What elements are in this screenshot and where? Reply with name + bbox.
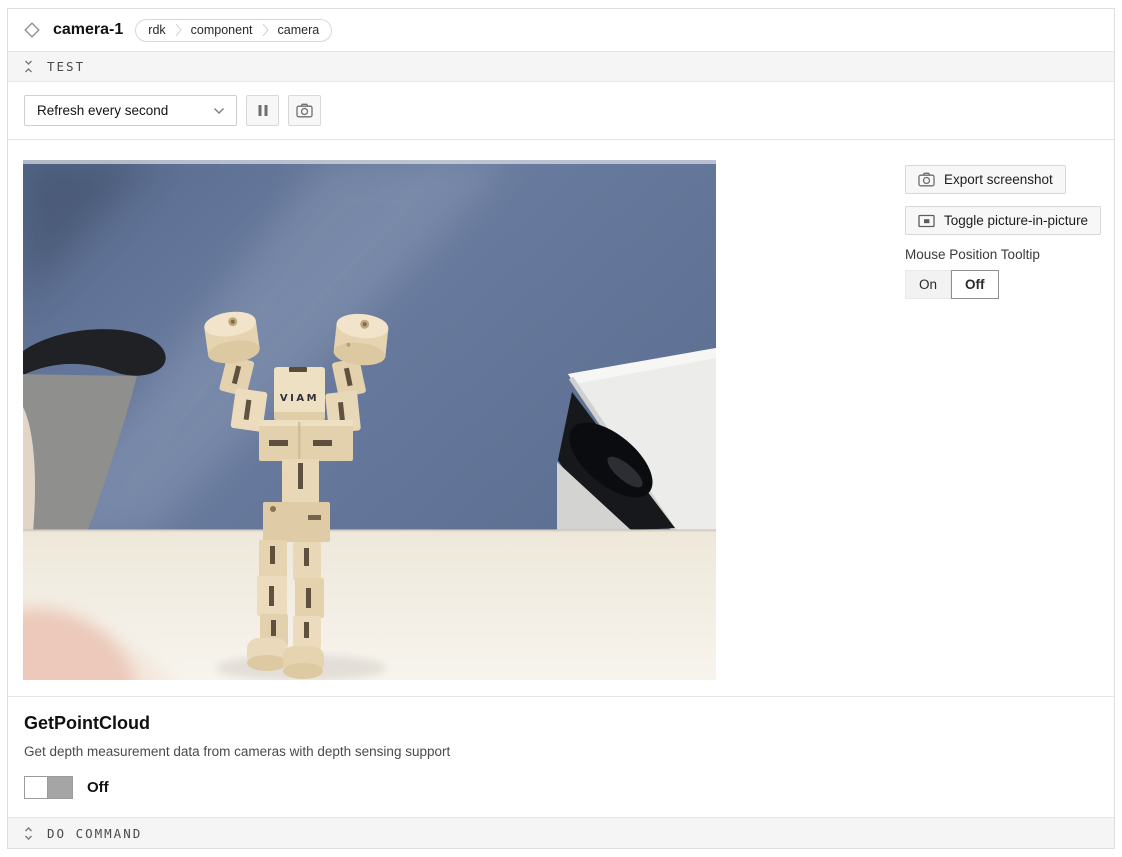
chevron-down-icon — [213, 107, 225, 115]
breadcrumb-item-camera: camera — [278, 23, 320, 37]
mouse-tooltip-on-button[interactable]: On — [905, 270, 951, 299]
component-title: camera-1 — [53, 21, 123, 39]
get-point-cloud-toggle-state: Off — [87, 779, 109, 796]
refresh-rate-value: Refresh every second — [37, 103, 168, 118]
screenshot-button[interactable] — [288, 95, 321, 126]
breadcrumb-item-rdk: rdk — [148, 23, 165, 37]
get-point-cloud-toggle[interactable] — [24, 776, 73, 799]
toggle-pip-button[interactable]: Toggle picture-in-picture — [905, 206, 1101, 235]
test-section-header[interactable]: TEST — [8, 51, 1114, 82]
get-point-cloud-description: Get depth measurement data from cameras … — [24, 744, 1098, 759]
component-header: camera-1 rdk component camera — [8, 9, 1114, 51]
export-screenshot-label: Export screenshot — [944, 172, 1053, 187]
stream-tools-panel: Export screenshot Toggle picture-in-pict… — [905, 165, 1111, 299]
pause-icon — [257, 104, 269, 117]
camera-frame: VIAM — [23, 160, 716, 680]
do-command-section-header[interactable]: DO COMMAND — [8, 817, 1114, 848]
toggle-track — [48, 777, 72, 798]
chevron-separator-icon — [262, 23, 269, 37]
camera-icon — [296, 103, 313, 118]
stream-controls: Refresh every second — [8, 82, 1114, 140]
camera-live-stream[interactable]: VIAM — [23, 160, 716, 680]
get-point-cloud-title: GetPointCloud — [24, 713, 1098, 734]
mouse-tooltip-label: Mouse Position Tooltip — [905, 247, 1111, 262]
do-command-section-label: DO COMMAND — [47, 826, 142, 841]
camera-component-card: camera-1 rdk component camera TEST Refre… — [7, 8, 1115, 849]
chevron-separator-icon — [175, 23, 182, 37]
breadcrumb-item-component: component — [191, 23, 253, 37]
pip-icon — [918, 214, 935, 228]
mouse-tooltip-segmented-control: On Off — [905, 270, 1111, 299]
refresh-rate-select[interactable]: Refresh every second — [24, 95, 237, 126]
get-point-cloud-section: GetPointCloud Get depth measurement data… — [8, 697, 1114, 817]
camera-icon — [918, 172, 935, 187]
toggle-knob — [25, 777, 48, 798]
mouse-tooltip-off-button[interactable]: Off — [951, 270, 999, 299]
collapse-icon[interactable] — [23, 59, 34, 74]
diamond-icon — [23, 21, 41, 39]
export-screenshot-button[interactable]: Export screenshot — [905, 165, 1066, 194]
viam-logo-text: VIAM — [280, 393, 319, 404]
expand-icon[interactable] — [23, 826, 34, 841]
breadcrumb: rdk component camera — [135, 19, 332, 42]
test-panel-body: VIAM — [8, 140, 1114, 697]
toggle-pip-label: Toggle picture-in-picture — [944, 213, 1088, 228]
test-section-label: TEST — [47, 59, 85, 74]
pause-stream-button[interactable] — [246, 95, 279, 126]
